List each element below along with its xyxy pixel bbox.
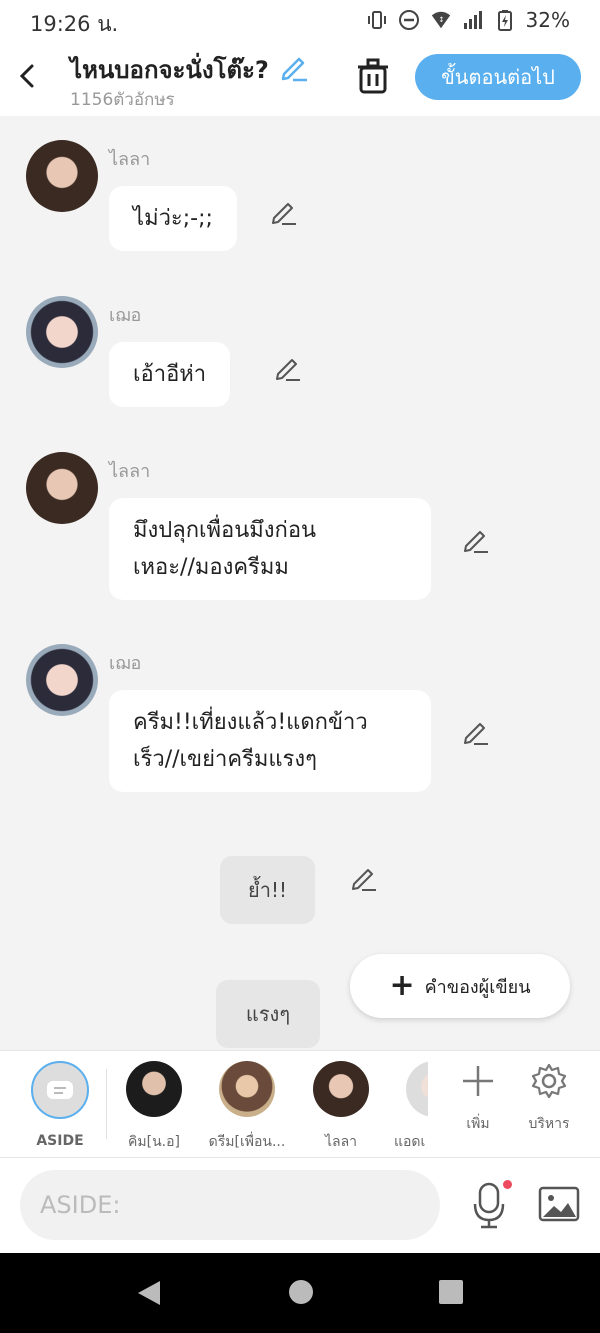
notification-dot: [503, 1180, 512, 1189]
avatar-layla[interactable]: [26, 452, 98, 524]
message-line: ครีม!!เที่ยงแล้ว!แดกข้าว: [133, 710, 368, 735]
character-dream[interactable]: ดรีม[เพื่อน...: [207, 1061, 287, 1153]
edit-message-icon[interactable]: [350, 864, 378, 892]
message-bubble[interactable]: เอ้าอีห่า: [109, 342, 231, 407]
aside-icon: [31, 1061, 89, 1119]
episode-title: ไหนบอกจะนั่งโต๊ะ?: [70, 56, 269, 84]
avatar-layla[interactable]: [26, 140, 98, 212]
edit-message-icon[interactable]: [462, 526, 490, 554]
avatar: [406, 1061, 428, 1117]
character-aside[interactable]: ASIDE: [20, 1061, 100, 1149]
battery-percent: 32%: [525, 8, 570, 32]
vibrate-icon: [366, 9, 388, 31]
character-label: แอดเ: [394, 1134, 426, 1150]
character-count: 1156ตัวอักษร: [70, 90, 175, 110]
avatar: [313, 1061, 369, 1117]
avatar: [219, 1061, 275, 1117]
message-line: เหอะ//มองครีมม: [133, 555, 289, 580]
message-bubble[interactable]: มึงปลุกเพื่อนมึงก่อน เหอะ//มองครีมม: [109, 498, 431, 600]
message-input[interactable]: [20, 1170, 440, 1240]
chevron-left-icon: [19, 64, 34, 88]
edit-message-icon[interactable]: [462, 718, 490, 746]
battery-icon: [494, 9, 516, 31]
home-nav-button[interactable]: [288, 1279, 314, 1309]
svg-text:↕: ↕: [438, 15, 444, 24]
circle-home-icon: [289, 1280, 313, 1304]
character-layla[interactable]: ไลลา: [301, 1061, 381, 1153]
character-label: ไลลา: [324, 1134, 358, 1150]
manage-label: บริหาร: [528, 1116, 570, 1132]
recents-nav-button[interactable]: [438, 1279, 464, 1309]
chat-area[interactable]: ไลลา ไม่ว่ะ;-;; เฌอ เอ้าอีห่า ไลลา มึงปล…: [0, 116, 600, 1050]
edit-title-icon[interactable]: [279, 52, 309, 88]
message-line: มึงปลุกเพื่อนมึงก่อน: [133, 518, 317, 543]
speaker-name: ไลลา: [109, 149, 151, 170]
triangle-back-icon: [138, 1281, 160, 1305]
image-icon: [538, 1186, 580, 1222]
trash-icon: [358, 58, 388, 94]
gear-icon: [531, 1063, 567, 1099]
input-bar: [0, 1158, 600, 1253]
author-note-label: คำของผู้เขียน: [424, 976, 531, 998]
app-header: ไหนบอกจะนั่งโต๊ะ? 1156ตัวอักษร ขั้นตอนต่…: [0, 44, 600, 116]
add-character-button[interactable]: เพิ่ม: [443, 1061, 513, 1135]
character-kim[interactable]: คิม[น.อ]: [114, 1061, 194, 1153]
divider: [106, 1069, 107, 1139]
character-label: ASIDE: [36, 1133, 84, 1149]
message-line: เร็ว//เขย่าครีมแรงๆ: [133, 747, 317, 772]
edit-message-icon[interactable]: [270, 198, 298, 226]
avatar-mur[interactable]: [26, 644, 98, 716]
square-recents-icon: [439, 1280, 463, 1304]
speaker-name: เฌอ: [109, 653, 142, 674]
page-title: ไหนบอกจะนั่งโต๊ะ?: [70, 50, 309, 89]
manage-button[interactable]: บริหาร: [514, 1061, 584, 1135]
speaker-name: ไลลา: [109, 461, 151, 482]
avatar-mur[interactable]: [26, 296, 98, 368]
character-label: คิม[น.อ]: [128, 1134, 180, 1150]
edit-message-icon[interactable]: [274, 354, 302, 382]
character-label: ดรีม[เพื่อน...: [208, 1134, 286, 1150]
next-step-button[interactable]: ขั้นตอนต่อไป: [415, 54, 581, 100]
system-nav-bar: [0, 1253, 600, 1333]
back-button[interactable]: [14, 58, 42, 94]
message-bubble[interactable]: ครีม!!เที่ยงแล้ว!แดกข้าว เร็ว//เขย่าครีม…: [109, 690, 431, 792]
aside-bubble[interactable]: แรงๆ: [216, 980, 320, 1048]
plus-icon: +: [389, 968, 415, 1003]
add-label: เพิ่ม: [466, 1116, 490, 1132]
character-bar: ASIDE คิม[น.อ] ดรีม[เพื่อน... ไลลา แอดเ …: [0, 1050, 600, 1158]
image-button[interactable]: [538, 1186, 580, 1222]
character-admin[interactable]: แอดเ: [386, 1061, 428, 1153]
signal-icon: [462, 9, 484, 31]
author-note-button[interactable]: + คำของผู้เขียน: [350, 954, 570, 1018]
wifi-icon: ↕: [430, 9, 452, 31]
status-icons: ↕ 32%: [366, 8, 570, 32]
status-time: 19:26 น.: [30, 12, 119, 36]
speaker-name: เฌอ: [109, 305, 142, 326]
plus-icon: [463, 1066, 493, 1096]
do-not-disturb-icon: [398, 9, 420, 31]
back-nav-button[interactable]: [136, 1279, 162, 1311]
message-bubble[interactable]: ไม่ว่ะ;-;;: [109, 186, 237, 251]
delete-button[interactable]: [355, 56, 391, 96]
avatar: [126, 1061, 182, 1117]
status-bar: 19:26 น. ↕ 32%: [0, 0, 600, 44]
aside-bubble[interactable]: ย้ำ!!: [220, 856, 315, 924]
microphone-button[interactable]: [470, 1180, 512, 1230]
